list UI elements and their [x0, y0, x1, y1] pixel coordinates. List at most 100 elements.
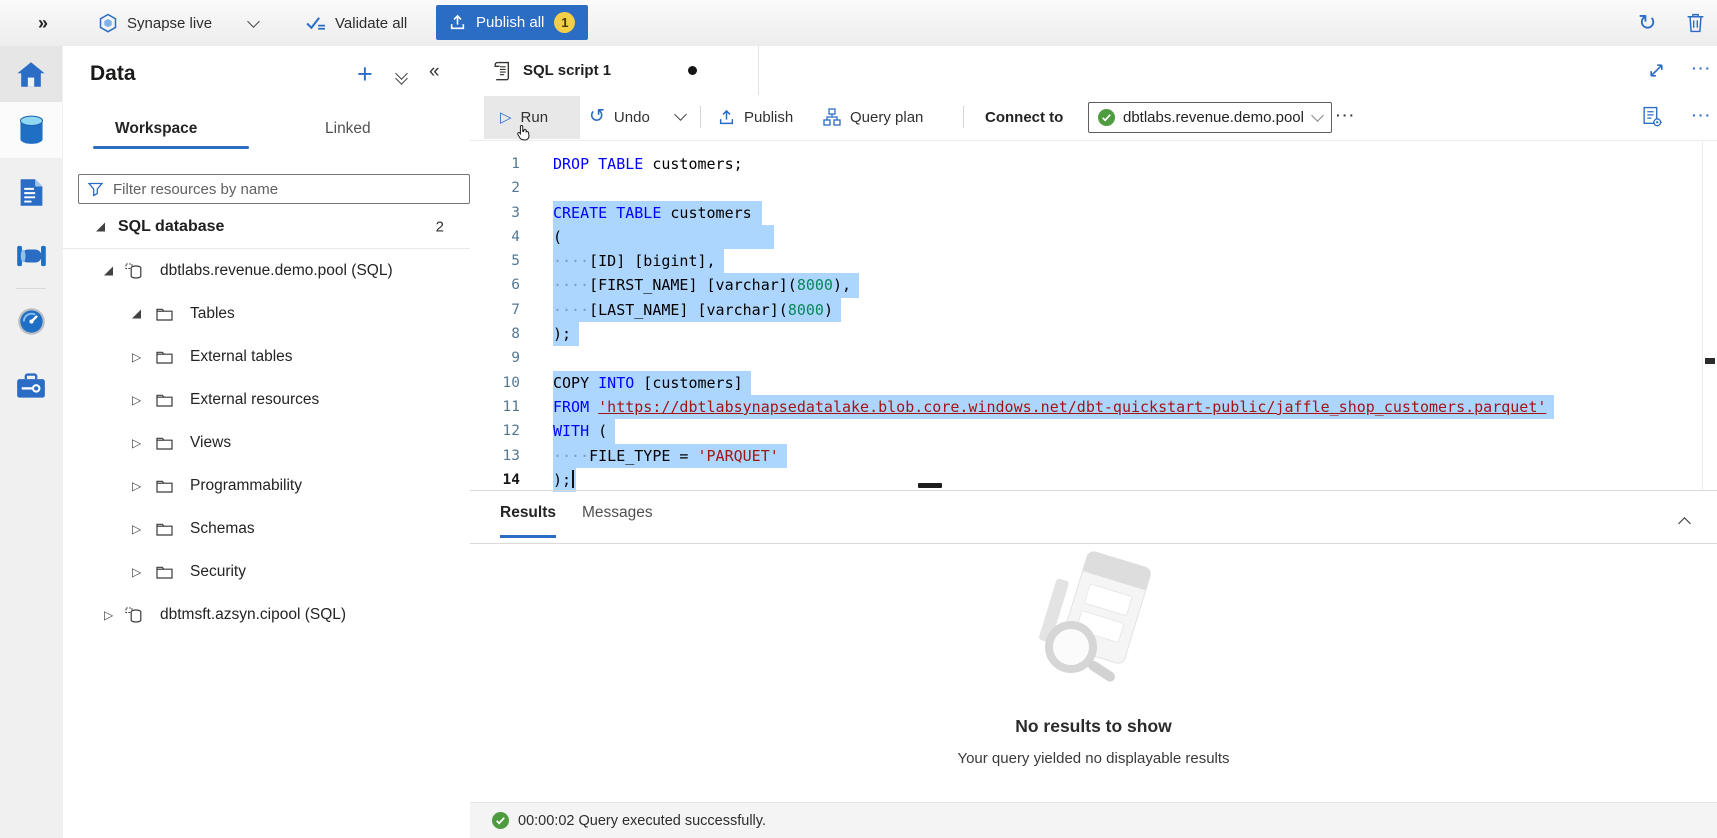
toolbar-more-icon[interactable]: ···	[1336, 107, 1356, 123]
tab-title: SQL script 1	[523, 62, 611, 79]
connect-to-label: Connect to	[985, 95, 1063, 139]
tab-messages[interactable]: Messages	[582, 504, 653, 535]
editor-scrollbar[interactable]	[1702, 140, 1717, 490]
run-button[interactable]: ▷ Run	[500, 95, 548, 139]
tree-item-sql-database[interactable]: SQL database2	[63, 205, 470, 249]
line-number: 7	[470, 298, 520, 322]
code-line[interactable]: 3CREATE TABLE customers	[470, 201, 1703, 225]
text-cursor	[572, 470, 574, 488]
collapse-all-icon[interactable]	[397, 69, 406, 79]
collapsed-caret-icon[interactable]: ▷	[132, 566, 141, 578]
code-line[interactable]: 1DROP TABLE customers;	[470, 152, 1703, 176]
line-number: 2	[470, 176, 520, 200]
line-number: 3	[470, 201, 520, 225]
properties-icon[interactable]	[1642, 106, 1662, 127]
expanded-caret-icon[interactable]	[132, 309, 141, 318]
tab-results[interactable]: Results	[500, 504, 556, 538]
sql-editor-pane: SQL script 1 ··· ▷ Run ↺ Undo	[470, 46, 1717, 838]
code-line[interactable]: 13····FILE_TYPE = 'PARQUET'	[470, 444, 1703, 468]
validate-check-icon	[306, 15, 326, 31]
line-content: ····[LAST_NAME] [varchar](8000)	[553, 298, 841, 322]
pipeline-icon	[16, 244, 47, 268]
query-plan-button[interactable]: Query plan	[823, 95, 923, 139]
line-number: 1	[470, 152, 520, 176]
hub-home[interactable]	[0, 46, 62, 102]
database-icon	[124, 262, 143, 280]
line-content: );	[553, 468, 576, 492]
tree-item-dbtlabs-revenue-demo-pool-sql[interactable]: dbtlabs.revenue.demo.pool (SQL)	[63, 249, 470, 292]
line-content: );	[553, 322, 579, 346]
collapsed-caret-icon[interactable]: ▷	[132, 480, 141, 492]
code-line[interactable]: 9	[470, 346, 1703, 370]
validate-all-button[interactable]: Validate all	[306, 0, 407, 46]
line-content: ····[ID] [bigint],	[553, 249, 724, 273]
editor-tab-bar: SQL script 1 ···	[470, 46, 1717, 96]
filter-input[interactable]	[111, 180, 460, 199]
hub-manage[interactable]	[0, 357, 62, 413]
tab-linked[interactable]: Linked	[325, 120, 371, 138]
synapse-live-dropdown[interactable]: Synapse live	[98, 0, 258, 46]
collapsed-caret-icon[interactable]: ▷	[132, 351, 141, 363]
code-line[interactable]: 2	[470, 176, 1703, 200]
publish-all-button[interactable]: Publish all 1	[436, 5, 588, 40]
hub-monitor[interactable]	[0, 293, 62, 349]
tree-item-external-tables[interactable]: ▷External tables	[63, 335, 470, 378]
editor-toolbar: ▷ Run ↺ Undo Publish Query plan	[470, 95, 1717, 141]
trash-icon[interactable]	[1686, 12, 1705, 33]
code-line[interactable]: 8);	[470, 322, 1703, 346]
empty-subtitle: Your query yielded no displayable result…	[470, 750, 1717, 767]
collapse-results-icon[interactable]	[1678, 517, 1691, 530]
refresh-icon[interactable]: ↻	[1638, 8, 1656, 38]
publish-button[interactable]: Publish	[718, 95, 793, 139]
tree-item-dbtmsft-azsyn-cipool-sql[interactable]: ▷dbtmsft.azsyn.cipool (SQL)	[63, 593, 470, 636]
code-line[interactable]: 6····[FIRST_NAME] [varchar](8000),	[470, 273, 1703, 297]
code-line[interactable]: 11FROM 'https://dbtlabsynapsedatalake.bl…	[470, 395, 1703, 419]
hub-integrate[interactable]	[0, 228, 62, 284]
editor-more-icon[interactable]: ···	[1692, 107, 1712, 123]
expand-editor-icon[interactable]	[1648, 62, 1665, 79]
tree-item-schemas[interactable]: ▷Schemas	[63, 507, 470, 550]
undo-button[interactable]: ↺ Undo	[589, 95, 650, 139]
tab-workspace[interactable]: Workspace	[115, 120, 197, 138]
collapsed-caret-icon[interactable]: ▷	[104, 609, 113, 621]
collapse-panel-icon[interactable]: «	[429, 61, 440, 83]
code-editor[interactable]: 1DROP TABLE customers;23CREATE TABLE cus…	[470, 140, 1703, 502]
tree-item-security[interactable]: ▷Security	[63, 550, 470, 593]
code-line[interactable]: 14);	[470, 468, 1703, 492]
undo-dropdown-chevron[interactable]	[674, 108, 687, 121]
code-line[interactable]: 10COPY INTO [customers]	[470, 371, 1703, 395]
toolbar-divider	[963, 106, 964, 128]
publish-icon	[718, 109, 735, 126]
collapsed-caret-icon[interactable]: ▷	[132, 394, 141, 406]
toolbar-divider	[700, 106, 701, 128]
tree-item-programmability[interactable]: ▷Programmability	[63, 464, 470, 507]
line-number: 6	[470, 273, 520, 297]
expand-panel-icon[interactable]: »	[38, 0, 48, 46]
hub-develop[interactable]	[0, 164, 62, 220]
database-cylinder-icon	[18, 115, 45, 145]
collapsed-caret-icon[interactable]: ▷	[132, 523, 141, 535]
line-content: FROM 'https://dbtlabsynapsedatalake.blob…	[553, 395, 1554, 419]
add-resource-button[interactable]: +	[357, 59, 373, 90]
collapsed-caret-icon[interactable]: ▷	[132, 437, 141, 449]
line-number: 13	[470, 444, 520, 468]
code-line[interactable]: 5····[ID] [bigint],	[470, 249, 1703, 273]
home-icon	[16, 61, 46, 88]
chevron-down-icon	[247, 15, 260, 28]
code-line[interactable]: 4(	[470, 225, 1703, 249]
undo-icon: ↺	[589, 109, 605, 125]
tab-sql-script-1[interactable]: SQL script 1	[476, 46, 759, 95]
mode-label: Synapse live	[127, 15, 212, 32]
expanded-caret-icon[interactable]	[96, 222, 105, 231]
expanded-caret-icon[interactable]	[104, 266, 113, 275]
code-line[interactable]: 12WITH (	[470, 419, 1703, 443]
splitter-drag-handle[interactable]	[918, 483, 942, 488]
code-line[interactable]: 7 ····[LAST_NAME] [varchar](8000)	[470, 298, 1703, 322]
hub-data[interactable]	[0, 102, 62, 158]
pool-select-dropdown[interactable]: dbtlabs.revenue.demo.pool	[1088, 102, 1332, 133]
tree-item-external-resources[interactable]: ▷External resources	[63, 378, 470, 421]
tree-item-tables[interactable]: Tables	[63, 292, 470, 335]
line-number: 14	[470, 468, 520, 492]
tab-more-icon[interactable]: ···	[1692, 60, 1712, 76]
tree-item-views[interactable]: ▷Views	[63, 421, 470, 464]
